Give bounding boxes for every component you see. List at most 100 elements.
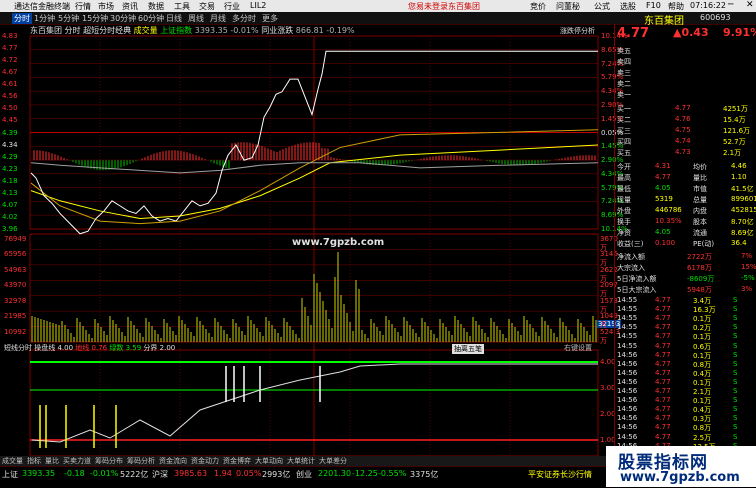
- tab-30min[interactable]: 30分钟: [110, 13, 136, 24]
- chart-area[interactable]: 东百集团 分时 超短分时经典 成交量 上证指数 3393.35 -0.01% 同…: [0, 24, 628, 479]
- indicator-tab[interactable]: 大单统计: [287, 456, 315, 466]
- stat-value: 5319: [655, 195, 673, 203]
- stat-value: 4.77: [655, 173, 671, 181]
- price-tick-left: 4.02: [2, 212, 18, 221]
- tick-time: 14:56: [617, 396, 638, 405]
- tick-side: S: [733, 432, 738, 441]
- menu-item-quotes[interactable]: 行情: [75, 1, 91, 12]
- extract-button[interactable]: 抽离五笔: [452, 344, 484, 354]
- menu-item-f10[interactable]: F10: [646, 1, 661, 10]
- price-tick-left: 4.61: [2, 80, 18, 89]
- menu-item-industry[interactable]: 行业: [224, 1, 240, 12]
- tick-time: 14:55: [617, 323, 638, 332]
- tab-1min[interactable]: 1分钟: [34, 13, 55, 24]
- price-tick-left: 4.23: [2, 164, 18, 173]
- tab-multi[interactable]: 多分时: [232, 13, 256, 24]
- menu-item-trade[interactable]: 交易: [199, 1, 215, 12]
- stat-label: 外盘: [617, 207, 631, 215]
- info-sub-value: 866.81 -0.19%: [295, 26, 355, 35]
- stat-label: 换手: [617, 218, 631, 226]
- indicator-tab[interactable]: 指标: [27, 456, 41, 466]
- buy-row-volume: 52.7万: [723, 138, 746, 146]
- status-sh-pct: -0.01%: [90, 469, 119, 478]
- menu-item-market[interactable]: 市场: [98, 1, 114, 12]
- menu-item-tools[interactable]: 工具: [174, 1, 190, 12]
- settings-label[interactable]: 右键设置: [564, 343, 592, 353]
- limit-analysis-tab[interactable]: 涨跌停分析: [560, 26, 595, 36]
- status-sh-label: 上证: [2, 470, 18, 479]
- login-status[interactable]: 您易未登录: [408, 1, 448, 12]
- minimize-icon[interactable]: ─: [728, 0, 733, 10]
- tick-side: S: [733, 359, 738, 368]
- stat-label: 市值: [693, 185, 707, 193]
- menu-item-news[interactable]: 资讯: [122, 1, 138, 12]
- tab-15min[interactable]: 15分钟: [82, 13, 108, 24]
- tick-side: S: [733, 405, 738, 414]
- stat-value: 8.69亿: [731, 229, 754, 237]
- indicator-tab[interactable]: 成交量: [2, 456, 23, 466]
- price-tick-left: 4.56: [2, 92, 18, 101]
- flow-value: 2722万: [687, 253, 712, 261]
- tab-60min[interactable]: 60分钟: [138, 13, 164, 24]
- tick-price: 4.77: [655, 377, 671, 386]
- indicator-tab[interactable]: 资金博弈: [223, 456, 251, 466]
- tick-side: S: [733, 396, 738, 405]
- buy-row-price: 4.77: [675, 104, 691, 112]
- menu-item-formula[interactable]: 公式: [594, 1, 610, 12]
- volume-tick-left: 76949: [4, 235, 27, 243]
- stat-label: 净资: [617, 229, 631, 237]
- status-sh-change: -0.18: [64, 469, 85, 478]
- indicator-tab[interactable]: 买卖力道: [63, 456, 91, 466]
- menu-item-l2[interactable]: LIL2: [250, 1, 266, 10]
- sell-row-label: 卖一: [617, 91, 631, 99]
- stat-value: 0.100: [655, 239, 676, 247]
- tab-weekly[interactable]: 周线: [188, 13, 204, 24]
- menu-item-auction[interactable]: 竞价: [530, 1, 546, 12]
- buy-row-label: 买三: [617, 127, 631, 135]
- indicator-tab[interactable]: 筹码分布: [95, 456, 123, 466]
- stat-label: 流通: [693, 229, 707, 237]
- indicator-tab[interactable]: 量比: [45, 456, 59, 466]
- sell-row-label: 卖五: [617, 47, 631, 55]
- tick-time: 14:55: [617, 296, 638, 304]
- tick-time: 14:55: [617, 341, 638, 350]
- indicator-tab[interactable]: 大单动向: [255, 456, 283, 466]
- menu-item-help[interactable]: 帮助: [668, 1, 684, 12]
- indicator-tab[interactable]: 大单差分: [319, 456, 347, 466]
- tick-price: 4.77: [655, 368, 671, 377]
- info-mode: 分时: [64, 26, 81, 35]
- menu-item-select[interactable]: 选股: [620, 1, 636, 12]
- tab-daily[interactable]: 日线: [166, 13, 182, 24]
- app-name: 通达信金融终端: [14, 2, 70, 11]
- volume-tick-left: 43970: [4, 281, 27, 290]
- info-volume-label: 成交量: [133, 26, 158, 35]
- tab-5min[interactable]: 5分钟: [58, 13, 79, 24]
- status-cy-pct: -0.55%: [378, 469, 407, 478]
- green-value: 3.59: [125, 344, 142, 352]
- info-index-value: 3393.35 -0.01%: [194, 26, 259, 35]
- quote-panel: 4.77 ▲0.43 9.91% 卖五卖四卖三卖二卖一买一 4.77 4251万买二…: [614, 24, 756, 487]
- indicator-tabs: 成交量 指标 量比 买卖力道 筹码分布 筹码分析 资金流向 资金动力 资金博弈 大单动向 大单统计大…: [0, 456, 614, 466]
- tab-monthly[interactable]: 月线: [210, 13, 226, 24]
- tab-more[interactable]: 更多: [262, 13, 278, 24]
- flow-label: 5日大宗流入: [617, 286, 657, 294]
- stat-label: 最低: [617, 185, 631, 193]
- green-label: 绿数: [109, 344, 124, 352]
- stat-value: 4.05: [655, 228, 671, 236]
- status-cy-label: 创业: [296, 470, 312, 479]
- indicator-tab[interactable]: 筹码分析: [127, 456, 155, 466]
- indicator-tab[interactable]: 资金流向: [159, 456, 187, 466]
- price-tick-left: 4.07: [2, 200, 18, 209]
- status-broker: 平安证券长沙行情: [528, 470, 592, 479]
- window-title-bar: 通达信金融终端 行情 市场 资讯 数据 工具 交易 行业 LIL2 您易未登录 …: [0, 0, 756, 12]
- menu-item-ask[interactable]: 问董秘: [556, 1, 580, 12]
- close-icon[interactable]: ✕: [746, 0, 754, 10]
- indicator-tab[interactable]: 资金动力: [191, 456, 219, 466]
- header-stock-code: 600693: [700, 13, 731, 22]
- menu-item-data[interactable]: 数据: [148, 1, 164, 12]
- buy-row-price: 4.74: [675, 137, 691, 145]
- tick-price: 4.77: [655, 387, 671, 395]
- tab-intraday[interactable]: 分时: [12, 13, 32, 24]
- stat-label: 均价: [693, 163, 707, 171]
- flow-label: 5日净流入额: [617, 275, 657, 283]
